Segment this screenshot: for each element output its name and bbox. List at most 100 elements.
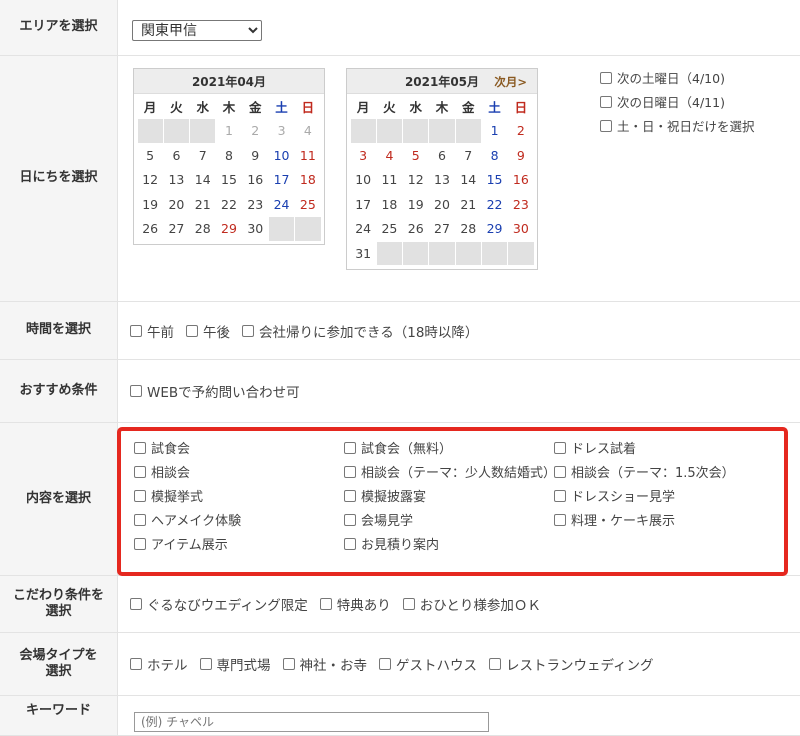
calendar-day[interactable]: 25 [377,217,402,241]
next-month-link[interactable]: 次月> [494,74,527,90]
content-option[interactable]: 料理・ケーキ展示 [554,510,752,529]
calendar-day[interactable]: 28 [456,217,481,241]
calendar-day[interactable]: 23 [243,193,268,217]
calendar-day[interactable]: 14 [190,168,215,192]
calendar-day[interactable]: 24 [351,217,376,241]
content-option[interactable]: アイテム展示 [134,534,332,553]
checkbox[interactable] [554,441,566,454]
calendar-day[interactable]: 11 [377,168,402,192]
calendar-day[interactable]: 16 [508,168,533,192]
calendar-day[interactable]: 14 [456,168,481,192]
calendar-day[interactable]: 17 [269,168,294,192]
calendar-day[interactable]: 22 [482,193,507,217]
calendar-day[interactable]: 16 [243,168,268,192]
solo-ok-option[interactable]: おひとり様参加ＯＫ [402,594,541,614]
calendar-day[interactable]: 9 [508,144,533,168]
content-option[interactable]: 相談会（テーマ：1.5次会） [554,462,752,481]
checkbox[interactable] [134,537,146,550]
checkbox[interactable] [282,658,295,670]
calendar-day[interactable]: 8 [216,144,241,168]
calendar-day[interactable]: 2 [508,119,533,143]
time-evening-option[interactable]: 会社帰りに参加できる（18時以降） [242,321,478,341]
calendar-day[interactable]: 21 [190,193,215,217]
calendar-day[interactable]: 10 [351,168,376,192]
calendar-day[interactable]: 1 [482,119,507,143]
calendar-day[interactable]: 12 [403,168,428,192]
calendar-day[interactable]: 7 [456,144,481,168]
checkbox[interactable] [554,465,566,478]
checkbox[interactable] [134,489,146,502]
checkbox[interactable] [379,658,391,670]
content-option[interactable]: お見積り案内 [344,534,542,553]
checkbox[interactable] [130,598,142,610]
next-saturday-option[interactable]: 次の土曜日（4/10) [600,68,755,87]
checkbox[interactable] [130,385,142,397]
checkbox[interactable] [319,598,332,610]
calendar-day[interactable]: 8 [482,144,507,168]
calendar-day[interactable]: 10 [269,144,294,168]
checkbox[interactable] [344,537,356,550]
checkbox[interactable] [242,324,254,337]
calendar-day[interactable]: 18 [377,193,402,217]
hotel-option[interactable]: ホテル [130,654,188,674]
calendar-day[interactable]: 26 [403,217,428,241]
checkbox[interactable] [199,658,212,670]
checkbox[interactable] [344,513,356,526]
content-option[interactable]: 試食会（無料） [344,438,542,457]
calendar-day[interactable]: 28 [190,217,215,241]
web-reservation-option[interactable]: WEBで予約問い合わせ可 [130,381,300,401]
restaurant-wedding-option[interactable]: レストランウェディング [489,654,654,674]
calendar-day[interactable]: 5 [403,144,428,168]
checkbox[interactable] [134,441,146,454]
calendar-day[interactable]: 31 [351,242,376,266]
dedicated-venue-option[interactable]: 専門式場 [199,654,271,674]
guest-house-option[interactable]: ゲストハウス [379,654,477,674]
calendar-day[interactable]: 11 [295,144,320,168]
checkbox[interactable] [402,598,415,610]
checkbox[interactable] [489,658,501,670]
checkbox[interactable] [134,465,146,478]
checkbox[interactable] [600,95,612,108]
calendar-day[interactable]: 15 [482,168,507,192]
checkbox[interactable] [344,465,356,478]
weekend-holiday-option[interactable]: 土・日・祝日だけを選択 [600,116,755,135]
checkbox[interactable] [344,441,356,454]
calendar-day[interactable]: 30 [508,217,533,241]
calendar-day[interactable]: 12 [138,168,163,192]
calendar-day[interactable]: 27 [164,217,189,241]
checkbox[interactable] [130,324,142,337]
calendar-day[interactable]: 3 [351,144,376,168]
calendar-day[interactable]: 30 [243,217,268,241]
next-sunday-option[interactable]: 次の日曜日（4/11) [600,92,755,111]
content-option[interactable]: 相談会 [134,462,332,481]
checkbox[interactable] [600,71,612,84]
calendar-day[interactable]: 20 [429,193,454,217]
calendar-day[interactable]: 9 [243,144,268,168]
calendar-day[interactable]: 13 [429,168,454,192]
calendar-day[interactable]: 23 [508,193,533,217]
content-option[interactable]: ドレス試着 [554,438,752,457]
calendar-day[interactable]: 19 [138,193,163,217]
time-afternoon-option[interactable]: 午後 [186,321,230,341]
calendar-day[interactable]: 5 [138,144,163,168]
calendar-day[interactable]: 19 [403,193,428,217]
content-option[interactable]: 会場見学 [344,510,542,529]
calendar-day[interactable]: 21 [456,193,481,217]
area-select[interactable]: 関東甲信 [132,20,262,41]
checkbox[interactable] [134,513,146,526]
content-option[interactable]: ヘアメイク体験 [134,510,332,529]
checkbox[interactable] [186,324,198,337]
bonus-option[interactable]: 特典あり [319,594,391,614]
calendar-day[interactable]: 29 [482,217,507,241]
calendar-day[interactable]: 7 [190,144,215,168]
time-morning-option[interactable]: 午前 [130,321,174,341]
calendar-day[interactable]: 15 [216,168,241,192]
calendar-day[interactable]: 13 [164,168,189,192]
calendar-day[interactable]: 24 [269,193,294,217]
calendar-day[interactable]: 17 [351,193,376,217]
content-option[interactable]: 模擬披露宴 [344,486,542,505]
checkbox[interactable] [554,513,566,526]
calendar-day[interactable]: 25 [295,193,320,217]
calendar-day[interactable]: 29 [216,217,241,241]
keyword-input[interactable] [134,712,489,732]
